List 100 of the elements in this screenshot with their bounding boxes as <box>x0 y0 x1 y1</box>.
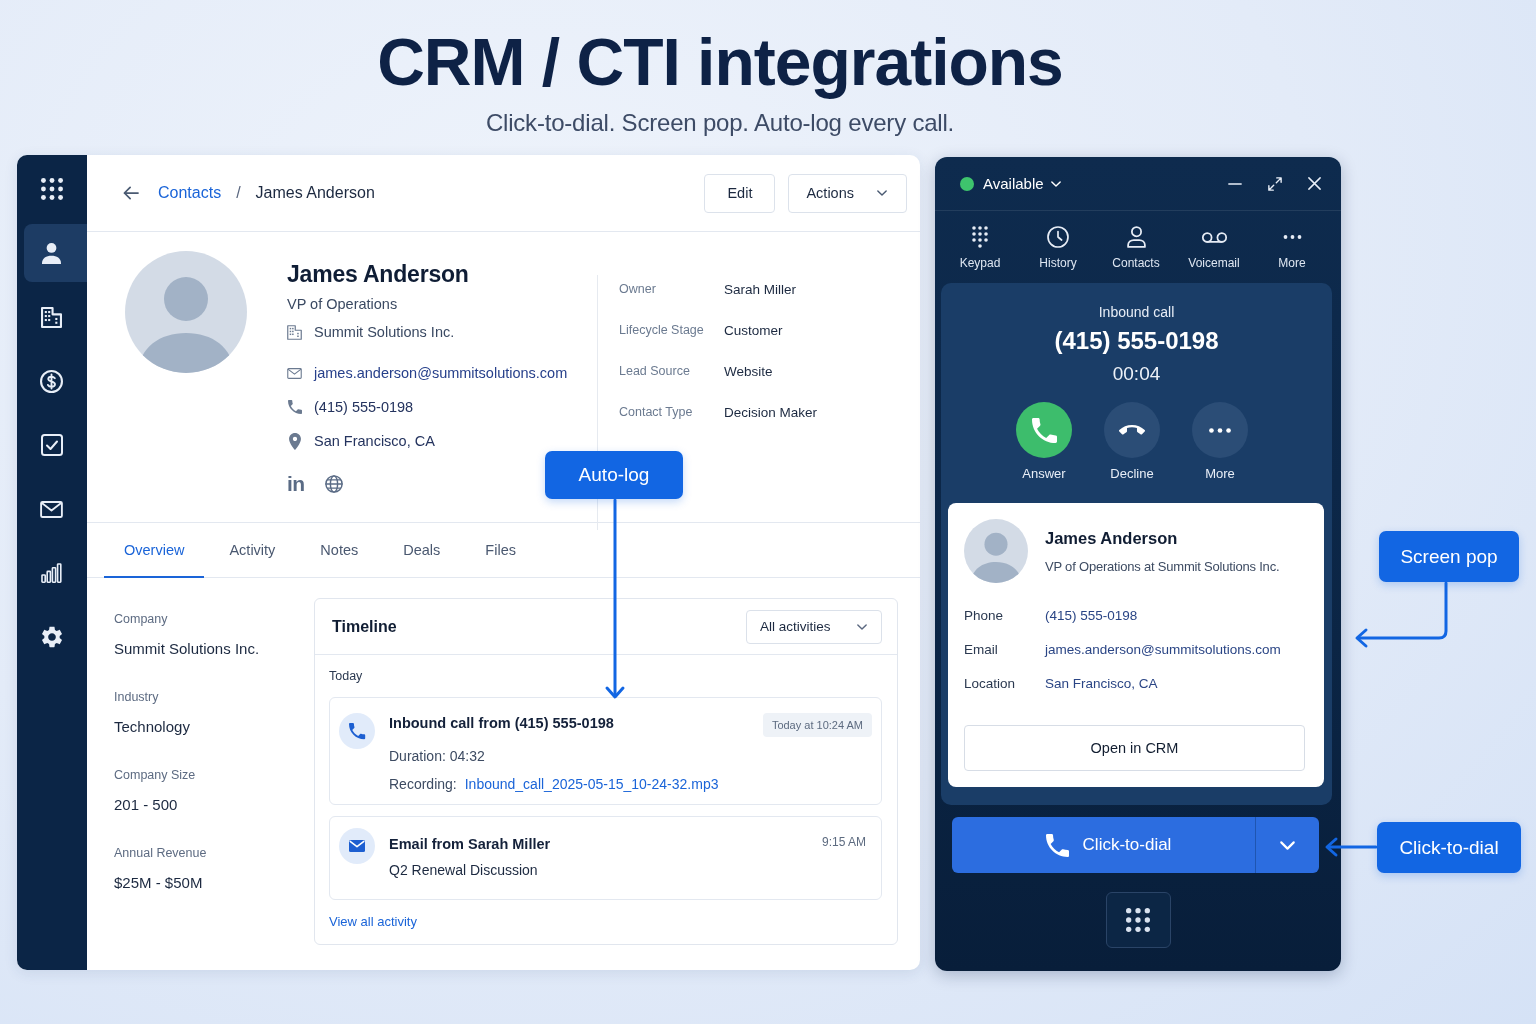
tab[interactable]: Deals <box>383 523 461 578</box>
breadcrumb-current: James Anderson <box>255 184 375 202</box>
breadcrumb-link[interactable]: Contacts <box>158 184 222 202</box>
chevron-down-icon <box>857 623 867 630</box>
history-button[interactable]: History <box>1019 211 1097 283</box>
building-icon <box>287 324 302 340</box>
building-icon <box>41 306 62 328</box>
field-label: Company Size <box>114 767 196 784</box>
action-label: Answer <box>1022 466 1066 482</box>
chevron-down-icon <box>877 190 887 196</box>
keypad-icon <box>1126 908 1150 932</box>
info-label: Phone <box>964 607 1005 625</box>
field-value: Technology <box>114 717 190 737</box>
activity-title: Inbound call from (415) 555-0198 <box>389 714 614 733</box>
more-icon <box>1282 235 1302 239</box>
field-value: Summit Solutions Inc. <box>114 639 260 659</box>
contact-name: James Anderson <box>287 260 469 289</box>
email-link[interactable]: james.anderson@summitsolutions.com <box>314 363 568 383</box>
detail-value: Decision Maker <box>724 404 818 420</box>
tab[interactable]: Notes <box>300 523 379 578</box>
detail-label: Lead Source <box>619 364 691 378</box>
social-link[interactable]: in <box>287 473 305 495</box>
detail-label: Lifecycle Stage <box>619 323 705 337</box>
callout-label: Screen pop <box>1379 531 1519 582</box>
actions-button[interactable]: Actions <box>788 173 907 213</box>
callout-label: Click-to-dial <box>1377 822 1521 873</box>
person-icon <box>1126 226 1146 248</box>
job-title: VP of Operations <box>287 295 398 314</box>
avatar-placeholder <box>964 519 1028 583</box>
bar-chart-icon <box>41 563 62 583</box>
recording-label: Recording: <box>389 775 457 793</box>
info-value: San Francisco, CA <box>1045 675 1158 693</box>
more-icon <box>1209 427 1231 433</box>
chevron-down-icon <box>1280 840 1295 850</box>
edit-button[interactable]: Edit <box>704 173 776 213</box>
page-subtitle: Click-to-dial. Screen pop. Auto-log every call. <box>485 108 955 138</box>
breadcrumb-separator: / <box>236 184 241 202</box>
voicemail-button[interactable]: Voicemail <box>1175 211 1253 283</box>
contacts-button[interactable]: Contacts <box>1097 211 1175 283</box>
tab[interactable]: Overview <box>104 523 205 578</box>
mail-icon <box>287 367 302 379</box>
tab[interactable]: Activity <box>209 523 296 578</box>
recording-link[interactable]: Inbound_call_2025-05-15_10-24-32.mp3 <box>464 775 719 793</box>
dollar-icon <box>40 369 63 393</box>
answer-button[interactable] <box>1016 402 1072 458</box>
more-button[interactable]: More <box>1253 211 1331 283</box>
keypad-button[interactable]: Keypad <box>941 211 1019 283</box>
action-label: More <box>1205 466 1235 482</box>
detail-label: Owner <box>619 282 657 296</box>
field-label: Company <box>114 611 168 628</box>
activity-detail: Q2 Renewal Discussion <box>389 861 538 879</box>
minimize-icon[interactable] <box>1228 182 1242 185</box>
settings-icon <box>40 626 63 648</box>
detail-value: Website <box>724 363 774 379</box>
callout-label: Auto-log <box>545 451 683 499</box>
call-direction: Inbound call <box>1098 303 1175 321</box>
open-in-crm-button[interactable]: Open in CRM <box>964 725 1305 771</box>
hang-up-icon <box>1119 425 1145 435</box>
click-to-dial-button[interactable]: Click-to-dial <box>952 817 1255 873</box>
voicemail-icon <box>1201 231 1227 243</box>
info-label: Location <box>964 675 1017 693</box>
globe-icon[interactable] <box>324 475 343 493</box>
caller-title: VP of Operations at Summit Solutions Inc. <box>1045 558 1280 576</box>
activity-title: Email from Sarah Miller <box>389 835 551 854</box>
keypad-icon <box>972 226 988 248</box>
field-label: Industry <box>114 689 159 706</box>
timestamp-badge: Today at 10:24 AM <box>762 713 872 737</box>
filter-dropdown[interactable]: All activities <box>746 609 882 644</box>
expand-icon[interactable] <box>1268 176 1282 191</box>
company-name: Summit Solutions Inc. <box>314 323 455 342</box>
info-label: Email <box>964 641 999 659</box>
detail-label: Contact Type <box>619 405 694 419</box>
keypad-button[interactable] <box>1105 892 1171 948</box>
back-arrow-icon[interactable] <box>123 186 139 200</box>
caller-number: (415) 555-0198 <box>1054 326 1219 356</box>
page-title: CRM / CTI integrations <box>377 24 1063 100</box>
sidebar-item[interactable] <box>24 224 87 282</box>
close-icon[interactable] <box>1308 177 1321 190</box>
view-all-link[interactable]: View all activity <box>329 913 417 930</box>
check-square-icon <box>40 434 63 456</box>
field-value: 201 - 500 <box>114 795 178 815</box>
person-icon <box>42 242 61 264</box>
phone-icon <box>1045 833 1069 857</box>
timestamp: 9:15 AM <box>821 834 866 850</box>
phone-icon <box>287 400 302 414</box>
decline-button[interactable] <box>1104 402 1160 458</box>
info-value: james.anderson@summitsolutions.com <box>1045 641 1281 659</box>
call-icon <box>339 713 375 749</box>
status-dropdown[interactable]: Available <box>960 175 1061 192</box>
email-icon <box>339 828 375 864</box>
action-label: Decline <box>1110 466 1154 482</box>
callout-arrow <box>1325 837 1378 857</box>
grid-icon <box>40 178 63 200</box>
call-timer: 00:04 <box>1112 362 1161 386</box>
tab[interactable]: Files <box>465 523 536 578</box>
info-value: (415) 555-0198 <box>1045 607 1138 625</box>
more-options-button[interactable] <box>1192 402 1248 458</box>
clock-icon <box>1047 226 1069 248</box>
location-pin-icon <box>288 432 301 450</box>
field-label: Annual Revenue <box>114 845 207 862</box>
